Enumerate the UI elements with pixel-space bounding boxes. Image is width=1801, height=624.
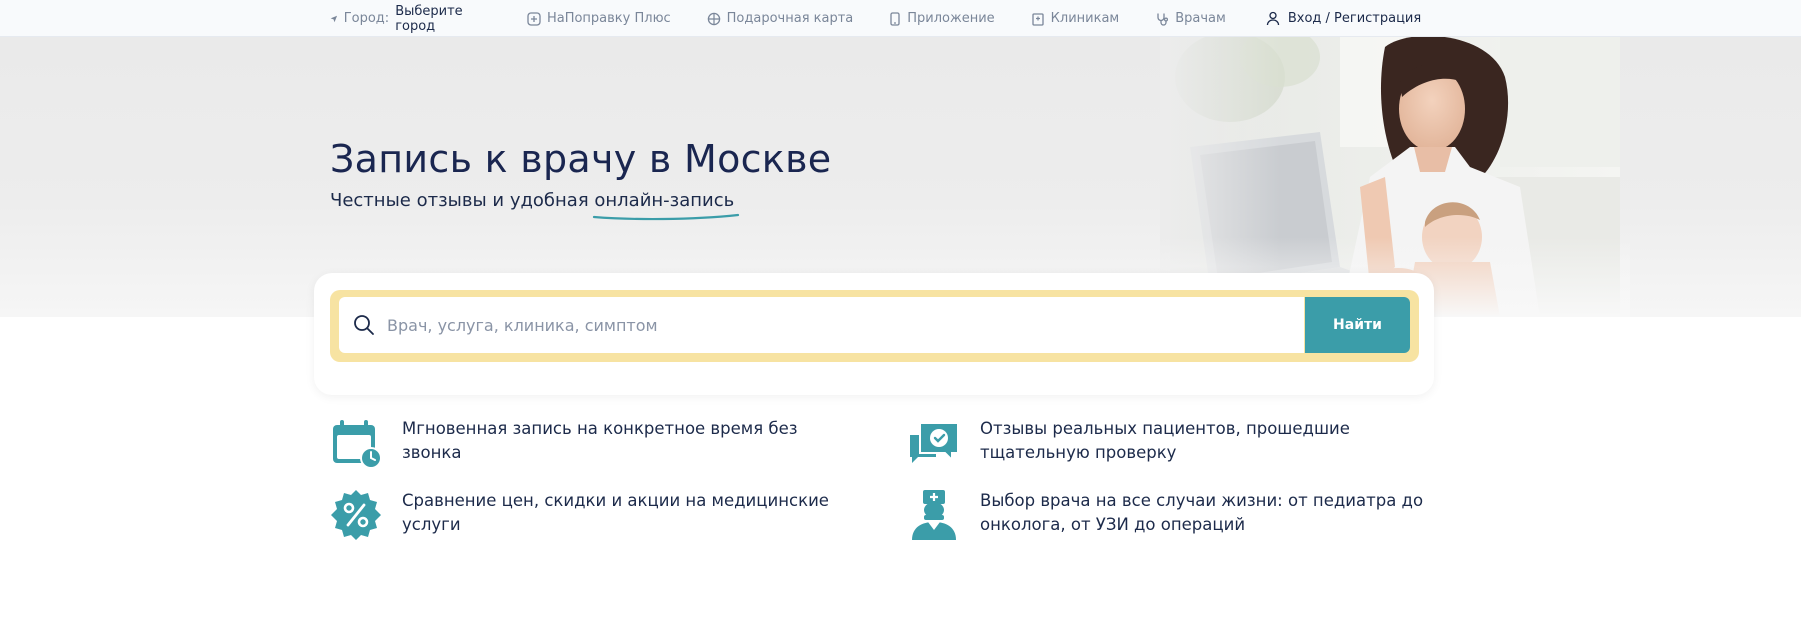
search-field[interactable] bbox=[339, 297, 1304, 353]
nav-app[interactable]: Приложение bbox=[889, 11, 995, 26]
nav-gift-card[interactable]: Подарочная карта bbox=[707, 11, 854, 26]
feature-item: Отзывы реальных пациентов, прошедшие тща… bbox=[908, 417, 1428, 469]
location-arrow-icon bbox=[330, 15, 338, 22]
nav-label: Клиникам bbox=[1050, 11, 1120, 26]
clinic-icon bbox=[1032, 12, 1044, 26]
hand-underline-icon bbox=[593, 213, 740, 221]
feature-text: Мгновенная запись на конкретное время бе… bbox=[402, 419, 798, 462]
page-title: Запись к врачу в Москве bbox=[330, 137, 832, 181]
feature-item: Выбор врача на все случаи жизни: от педи… bbox=[908, 489, 1428, 541]
hero-subtitle-accent-text: онлайн-запись bbox=[594, 190, 735, 211]
hero-subtitle: Честные отзывы и удобная онлайн-запись bbox=[330, 190, 740, 221]
nav-label: Приложение bbox=[907, 11, 995, 26]
nav-label: Подарочная карта bbox=[726, 11, 854, 26]
feature-text: Сравнение цен, скидки и акции на медицин… bbox=[402, 491, 829, 534]
nav-label: НаПоправку Плюс bbox=[546, 11, 671, 26]
nav-label: Врачам bbox=[1175, 11, 1226, 26]
plus-badge-icon bbox=[527, 11, 541, 26]
top-bar: Город: Выберите город НаПоправку Плюс По… bbox=[0, 0, 1801, 37]
calendar-clock-icon bbox=[333, 420, 382, 469]
stethoscope-icon bbox=[1157, 13, 1169, 26]
user-icon bbox=[1266, 11, 1279, 26]
city-selector[interactable]: Город: Выберите город bbox=[330, 4, 467, 34]
nav-napopravku-plus[interactable]: НаПоправку Плюс bbox=[527, 11, 671, 26]
feature-item: Сравнение цен, скидки и акции на медицин… bbox=[330, 489, 850, 541]
phone-icon bbox=[890, 11, 900, 26]
login-link[interactable]: Вход / Регистрация bbox=[1266, 11, 1421, 26]
verified-chat-icon bbox=[910, 422, 959, 463]
feature-text: Выбор врача на все случаи жизни: от педи… bbox=[980, 491, 1424, 534]
nav-clinics[interactable]: Клиникам bbox=[1031, 11, 1120, 26]
doctor-icon bbox=[912, 490, 956, 540]
city-value[interactable]: Выберите город bbox=[395, 4, 467, 34]
nav-doctors[interactable]: Врачам bbox=[1155, 11, 1226, 26]
search-button[interactable]: Найти bbox=[1305, 297, 1410, 353]
login-label: Вход / Регистрация bbox=[1287, 11, 1422, 26]
feature-text: Отзывы реальных пациентов, прошедшие тща… bbox=[980, 419, 1350, 462]
gift-icon bbox=[707, 12, 720, 25]
percent-badge-icon bbox=[331, 490, 381, 540]
search-input[interactable] bbox=[387, 315, 1267, 335]
hero-subtitle-accent: онлайн-запись bbox=[593, 190, 740, 221]
top-bar-inner: Город: Выберите город НаПоправку Плюс По… bbox=[330, 0, 1421, 37]
hero-subtitle-prefix: Честные отзывы и удобная bbox=[330, 190, 595, 211]
feature-item: Мгновенная запись на конкретное время бе… bbox=[330, 417, 850, 469]
city-label: Город: bbox=[343, 11, 390, 26]
search-icon bbox=[354, 315, 374, 335]
